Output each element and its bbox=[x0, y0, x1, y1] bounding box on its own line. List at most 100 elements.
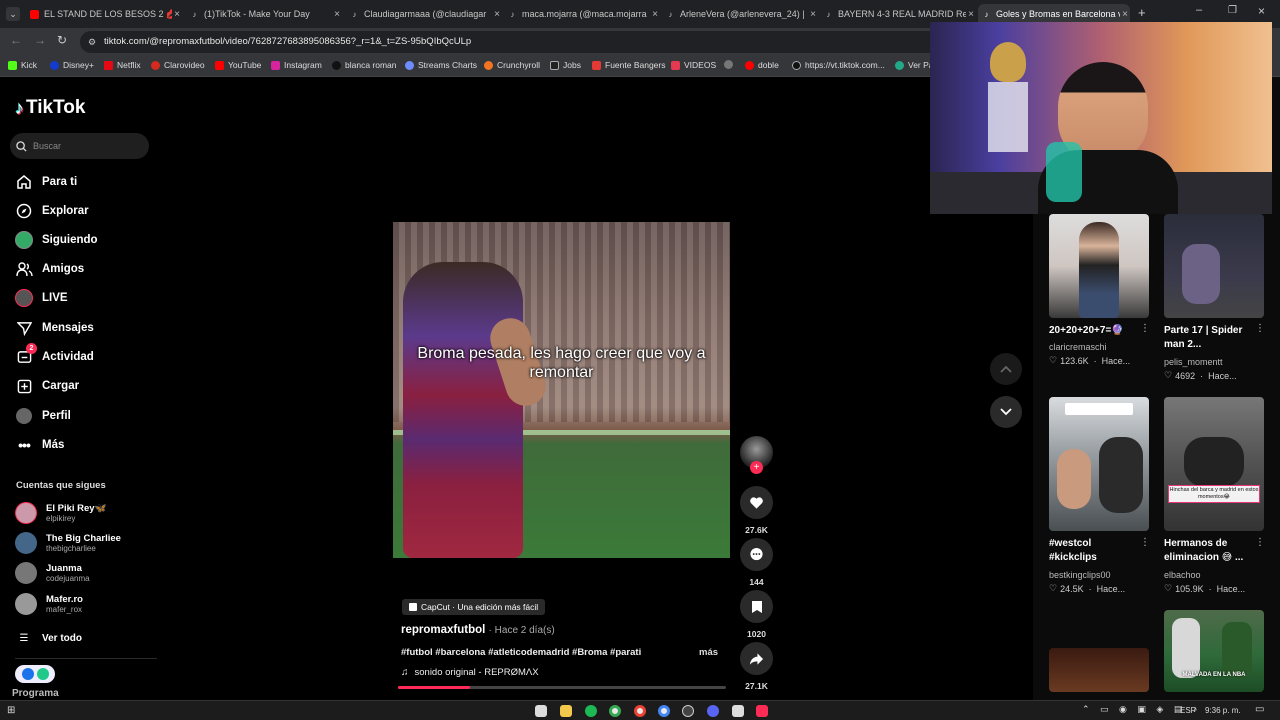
follow-plus-icon[interactable]: + bbox=[750, 461, 763, 474]
nav-mensajes[interactable]: Mensajes bbox=[15, 319, 94, 337]
sound-row[interactable]: ♫ sonido original - REPRØMΛX bbox=[401, 667, 539, 678]
bookmark-item[interactable]: Disney+ bbox=[50, 60, 94, 70]
nav-actividad[interactable]: 2 Actividad bbox=[15, 343, 94, 366]
chrome-active-icon[interactable] bbox=[658, 705, 670, 717]
more-options-icon[interactable]: ⋮ bbox=[1255, 537, 1265, 548]
save-button[interactable]: 1020 bbox=[740, 590, 773, 639]
close-icon[interactable]: × bbox=[808, 9, 818, 20]
next-video-button[interactable] bbox=[990, 396, 1022, 428]
following-account[interactable]: The Big Charliee thebigcharliee bbox=[15, 532, 121, 554]
bookmark-item[interactable]: Netflix bbox=[104, 60, 141, 70]
close-icon[interactable]: × bbox=[1120, 9, 1130, 20]
nav-live[interactable]: LIVE bbox=[15, 289, 68, 307]
maximize-button[interactable]: ❐ bbox=[1228, 5, 1237, 16]
tiktok-app-icon[interactable] bbox=[756, 705, 768, 717]
recommended-user[interactable]: bestkingclips00 bbox=[1049, 570, 1111, 580]
browser-tab[interactable]: EL STAND DE LOS BESOS 2 💋💋× bbox=[30, 4, 182, 24]
more-options-icon[interactable]: ⋮ bbox=[1140, 537, 1150, 548]
tiktok-logo[interactable]: ♪ TikTok bbox=[15, 97, 85, 119]
recommended-user[interactable]: claricremaschi bbox=[1049, 342, 1107, 352]
video-hashtags[interactable]: #futbol #barcelona #atleticodemadrid #Br… bbox=[401, 647, 641, 658]
following-account[interactable]: El Piki Rey🦋 elpikirey bbox=[15, 502, 106, 524]
nav-mas[interactable]: ••• Más bbox=[15, 436, 64, 454]
browser-tab[interactable]: ♪ ArleneVera (@arlenevera_24) | × bbox=[666, 4, 818, 24]
bookmark-item[interactable]: Ver Pa bbox=[895, 60, 934, 70]
bookmark-item[interactable]: doble bbox=[745, 60, 779, 70]
url-field[interactable]: ⚙ tiktok.com/@repromaxfutbol/video/76287… bbox=[80, 31, 940, 53]
close-icon[interactable]: × bbox=[172, 9, 182, 20]
video-thumbnail[interactable] bbox=[1164, 214, 1264, 318]
recommended-user[interactable]: elbachoo bbox=[1164, 570, 1201, 580]
more-options-icon[interactable]: ⋮ bbox=[1255, 323, 1265, 334]
browser-tab[interactable]: ♪ BAYERN 4-3 REAL MADRID Re × bbox=[824, 4, 976, 24]
chrome-icon[interactable] bbox=[634, 705, 646, 717]
video-thumbnail[interactable] bbox=[1049, 397, 1149, 531]
bookmark-item[interactable]: Kick bbox=[8, 60, 37, 70]
video-thumbnail[interactable]: MALVADA EN LA NBA bbox=[1164, 610, 1264, 692]
close-icon[interactable]: × bbox=[332, 9, 342, 20]
recommended-title[interactable]: Hermanos de eliminacion 😅 ... bbox=[1164, 537, 1254, 565]
clock[interactable]: 9:36 p. m. bbox=[1205, 706, 1241, 715]
browser-tab[interactable]: ♪ Claudiagarmaaa (@claudiagar × bbox=[350, 4, 502, 24]
forward-icon[interactable]: → bbox=[34, 33, 46, 47]
nav-amigos[interactable]: Amigos bbox=[15, 260, 84, 278]
site-info-icon[interactable]: ⚙ bbox=[88, 31, 96, 53]
following-account[interactable]: Mafer.ro mafer_rox bbox=[15, 593, 83, 615]
nav-para-ti[interactable]: Para ti bbox=[15, 173, 77, 191]
previous-video-button[interactable] bbox=[990, 353, 1022, 385]
bookmark-item[interactable]: Jobs bbox=[550, 60, 581, 70]
more-link[interactable]: más bbox=[699, 647, 718, 658]
bookmark-item[interactable]: VIDEOS bbox=[671, 60, 716, 70]
video-progress-bar[interactable] bbox=[398, 686, 726, 689]
browser-tab[interactable]: ♪ maca.mojarra (@maca.mojarra × bbox=[508, 4, 660, 24]
close-window-button[interactable]: × bbox=[1258, 4, 1265, 18]
nav-explorar[interactable]: Explorar bbox=[15, 202, 89, 220]
chrome-icon[interactable] bbox=[609, 705, 621, 717]
spotify-icon[interactable] bbox=[585, 705, 597, 717]
video-thumbnail[interactable] bbox=[1049, 214, 1149, 318]
file-explorer-icon[interactable] bbox=[560, 705, 572, 717]
bookmark-item[interactable]: Instagram bbox=[271, 60, 322, 70]
recommended-title[interactable]: #westcol #kickclips bbox=[1049, 537, 1139, 565]
share-button[interactable]: 27.1K bbox=[740, 642, 773, 691]
nav-siguiendo[interactable]: Siguiendo bbox=[15, 231, 98, 249]
new-tab-button[interactable]: + bbox=[1138, 5, 1146, 20]
bookmark-item[interactable]: Crunchyroll bbox=[484, 60, 540, 70]
bookmark-item[interactable] bbox=[724, 60, 737, 69]
bookmark-item[interactable]: blanca roman bbox=[332, 60, 397, 70]
like-button[interactable]: 27.6K bbox=[740, 486, 773, 535]
recommended-title[interactable]: 20+20+20+7=🔮 bbox=[1049, 324, 1139, 338]
video-player[interactable]: Broma pesada, les hago creer que voy a r… bbox=[393, 222, 730, 558]
nav-perfil[interactable]: Perfil bbox=[15, 407, 71, 425]
close-icon[interactable]: × bbox=[650, 9, 660, 20]
minimize-button[interactable]: – bbox=[1196, 4, 1202, 16]
recommended-user[interactable]: pelis_momentt bbox=[1164, 357, 1223, 367]
tab-search-icon[interactable]: ⌄ bbox=[6, 7, 20, 21]
see-all-link[interactable]: ☰ Ver todo bbox=[15, 629, 83, 647]
back-icon[interactable]: ← bbox=[10, 33, 22, 47]
nav-cargar[interactable]: Cargar bbox=[15, 377, 79, 395]
task-view-icon[interactable] bbox=[535, 705, 547, 717]
discord-icon[interactable] bbox=[707, 705, 719, 717]
creator-avatar[interactable]: + bbox=[740, 436, 773, 474]
video-thumbnail[interactable]: Hinchas del barca y madrid en estos mome… bbox=[1164, 397, 1264, 531]
windows-start-icon[interactable]: ⊞ bbox=[7, 705, 19, 717]
close-icon[interactable]: × bbox=[966, 9, 976, 20]
program-badge-icon[interactable] bbox=[15, 665, 55, 683]
obs-icon[interactable] bbox=[682, 705, 694, 717]
bookmark-item[interactable]: Streams Charts bbox=[405, 60, 477, 70]
app-icon[interactable] bbox=[732, 705, 744, 717]
browser-tab[interactable]: ♪ (1)TikTok - Make Your Day × bbox=[190, 4, 342, 24]
comment-button[interactable]: 144 bbox=[740, 538, 773, 587]
recommended-title[interactable]: Parte 17 | Spider man 2... bbox=[1164, 324, 1252, 352]
notification-icon[interactable]: ▭ bbox=[1255, 704, 1264, 715]
browser-tab-active[interactable]: ♪ Goles y Bromas en Barcelona v × bbox=[978, 4, 1130, 24]
bookmark-item[interactable]: Clarovideo bbox=[151, 60, 205, 70]
reload-icon[interactable]: ↻ bbox=[57, 33, 67, 47]
author-name[interactable]: repromaxfutbol bbox=[401, 624, 485, 636]
video-thumbnail[interactable] bbox=[1049, 648, 1149, 692]
close-icon[interactable]: × bbox=[492, 9, 502, 20]
following-account[interactable]: Juanma codejuanma bbox=[15, 562, 90, 584]
bookmark-item[interactable]: YouTube bbox=[215, 60, 261, 70]
search-input[interactable]: Buscar bbox=[10, 133, 149, 159]
